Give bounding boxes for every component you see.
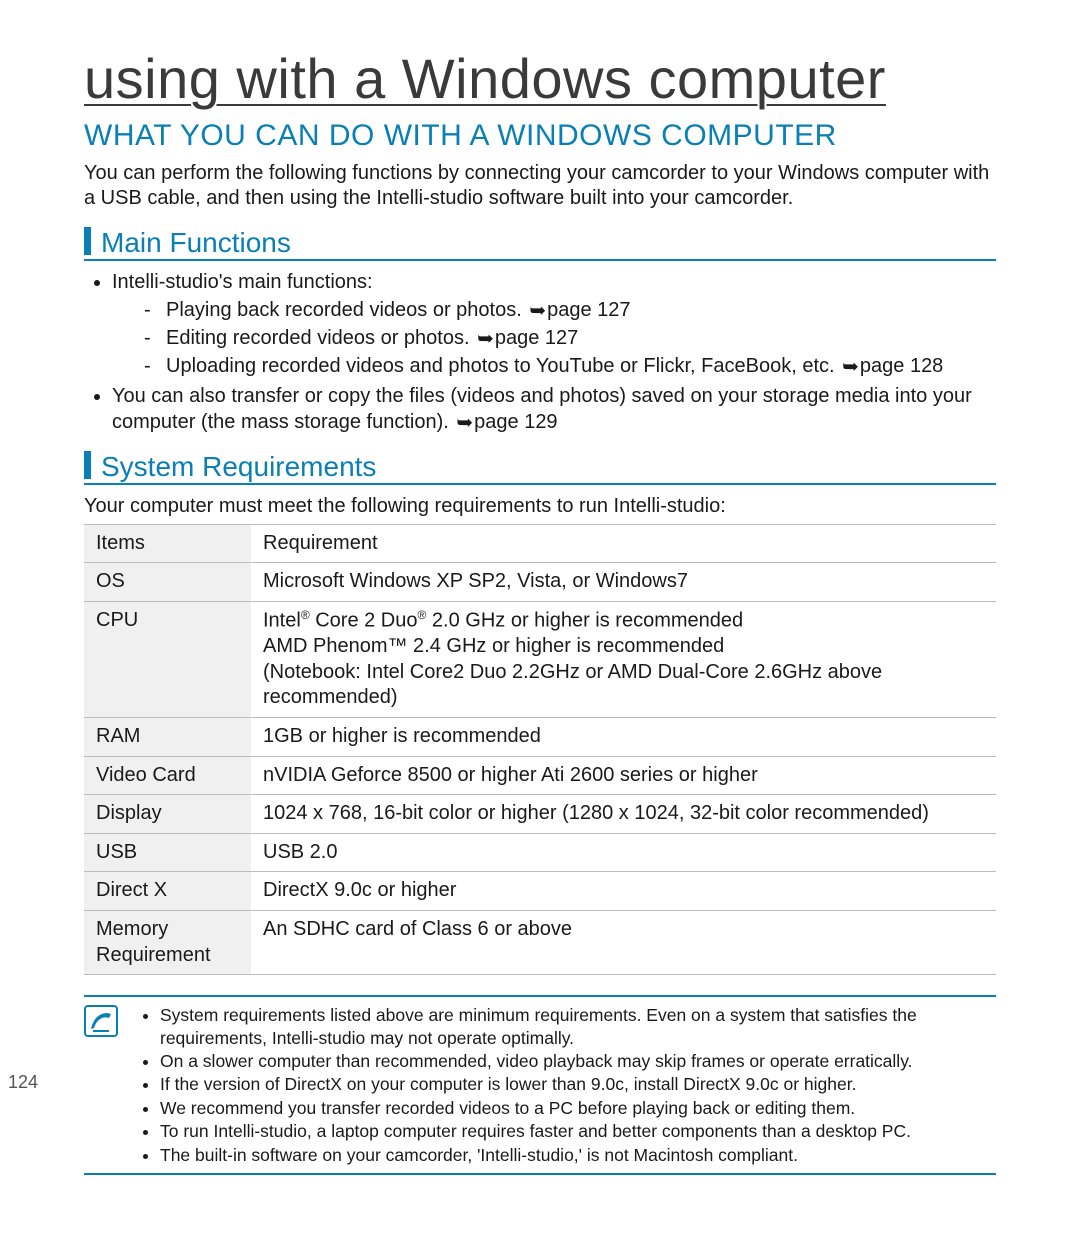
chapter-title: using with a Windows computer: [84, 50, 996, 109]
section-title: WHAT YOU CAN DO WITH A WINDOWS COMPUTER: [84, 119, 996, 153]
section-intro: You can perform the following functions …: [84, 161, 996, 211]
note-item: On a slower computer than recommended, v…: [160, 1050, 996, 1072]
table-row: OS Microsoft Windows XP SP2, Vista, or W…: [84, 563, 996, 602]
table-cell-label: CPU: [84, 601, 251, 717]
table-row: Items Requirement: [84, 524, 996, 563]
table-header-items: Items: [84, 524, 251, 563]
list-item: You can also transfer or copy the files …: [112, 383, 996, 435]
subheading-main-functions: Main Functions: [84, 227, 996, 261]
page-number: 124: [8, 1072, 38, 1093]
note-item: System requirements listed above are min…: [160, 1004, 996, 1049]
table-cell-value: Microsoft Windows XP SP2, Vista, or Wind…: [251, 563, 996, 602]
subheading-label: Main Functions: [101, 229, 291, 257]
list-item-intro: Intelli-studio's main functions:: [112, 271, 373, 293]
table-row: Display 1024 x 768, 16-bit color or high…: [84, 795, 996, 834]
note-item: To run Intelli-studio, a laptop computer…: [160, 1120, 996, 1142]
main-functions-list: Intelli-studio's main functions: Playing…: [84, 269, 996, 435]
table-row: Video Card nVIDIA Geforce 8500 or higher…: [84, 756, 996, 795]
table-row: USB USB 2.0: [84, 833, 996, 872]
note-icon: [84, 1005, 118, 1037]
table-row: RAM 1GB or higher is recommended: [84, 718, 996, 757]
page-ref: page 127: [547, 299, 630, 321]
table-cell-label: OS: [84, 563, 251, 602]
table-cell-value: 1GB or higher is recommended: [251, 718, 996, 757]
table-cell-value: An SDHC card of Class 6 or above: [251, 910, 996, 974]
dash-item: Playing back recorded videos or photos. …: [144, 297, 996, 323]
dash-list: Playing back recorded videos or photos. …: [112, 297, 996, 379]
arrow-icon: ➥: [529, 298, 546, 324]
arrow-icon: ➥: [842, 354, 859, 380]
subheading-label: System Requirements: [101, 453, 376, 481]
table-cell-value: 1024 x 768, 16-bit color or higher (1280…: [251, 795, 996, 834]
page-ref: page 127: [495, 327, 578, 349]
document-page: 124 using with a Windows computer WHAT Y…: [0, 0, 1080, 1235]
requirements-table: Items Requirement OS Microsoft Windows X…: [84, 524, 996, 975]
table-header-requirement: Requirement: [251, 524, 996, 563]
subheading-bar-icon: [84, 227, 91, 255]
dash-item: Editing recorded videos or photos. ➥page…: [144, 325, 996, 351]
table-row: CPU Intel® Core 2 Duo® 2.0 GHz or higher…: [84, 601, 996, 717]
arrow-icon: ➥: [456, 410, 473, 436]
note-item: We recommend you transfer recorded video…: [160, 1097, 996, 1119]
note-block: System requirements listed above are min…: [84, 995, 996, 1175]
table-row: Memory Requirement An SDHC card of Class…: [84, 910, 996, 974]
dash-item-text: Uploading recorded videos and photos to …: [166, 355, 840, 377]
dash-item-text: Editing recorded videos or photos.: [166, 327, 475, 349]
table-cell-label: Memory Requirement: [84, 910, 251, 974]
page-ref: page 128: [860, 355, 943, 377]
dash-item: Uploading recorded videos and photos to …: [144, 353, 996, 379]
table-cell-value: nVIDIA Geforce 8500 or higher Ati 2600 s…: [251, 756, 996, 795]
table-row: Direct X DirectX 9.0c or higher: [84, 872, 996, 911]
arrow-icon: ➥: [477, 326, 494, 352]
table-cell-label: Display: [84, 795, 251, 834]
note-item: The built-in software on your camcorder,…: [160, 1144, 996, 1166]
subheading-system-requirements: System Requirements: [84, 451, 996, 485]
table-cell-label: USB: [84, 833, 251, 872]
note-item: If the version of DirectX on your comput…: [160, 1073, 996, 1095]
table-cell-label: Direct X: [84, 872, 251, 911]
table-cell-value: USB 2.0: [251, 833, 996, 872]
note-list: System requirements listed above are min…: [132, 1003, 996, 1167]
requirements-intro: Your computer must meet the following re…: [84, 495, 996, 518]
table-cell-label: Video Card: [84, 756, 251, 795]
table-cell-label: RAM: [84, 718, 251, 757]
subheading-bar-icon: [84, 451, 91, 479]
list-item: Intelli-studio's main functions: Playing…: [112, 269, 996, 379]
dash-item-text: Playing back recorded videos or photos.: [166, 299, 527, 321]
table-cell-value: Intel® Core 2 Duo® 2.0 GHz or higher is …: [251, 601, 996, 717]
page-ref: page 129: [474, 411, 557, 433]
table-cell-value: DirectX 9.0c or higher: [251, 872, 996, 911]
